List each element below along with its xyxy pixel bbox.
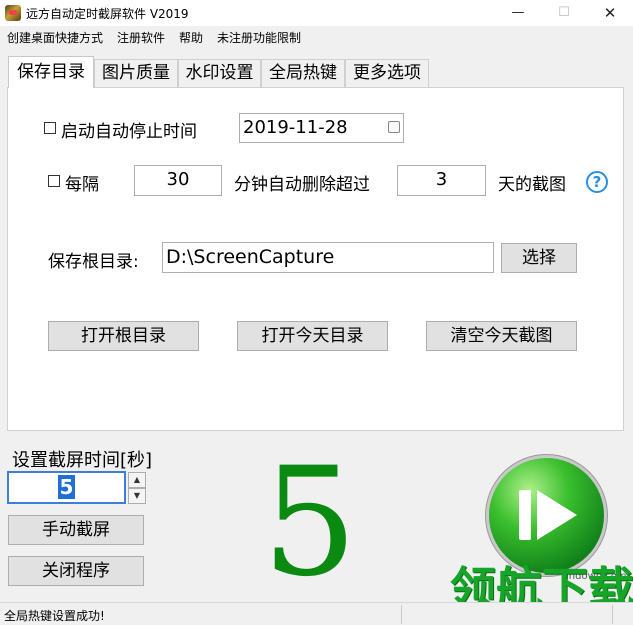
play-icon — [537, 490, 577, 540]
menu-bar: 创建桌面快捷方式 注册软件 帮助 未注册功能限制 — [0, 26, 633, 46]
auto-delete-every-label: 每隔 — [65, 175, 99, 195]
menu-register[interactable]: 注册软件 — [117, 29, 165, 46]
auto-delete-mid-label: 分钟自动删除超过 — [234, 175, 370, 195]
clear-today-captures-button[interactable]: 清空今天截图 — [426, 321, 577, 351]
tab-global-hotkeys[interactable]: 全局热键 — [261, 59, 345, 87]
calendar-icon[interactable] — [388, 121, 400, 133]
delete-days-input[interactable]: 3 — [397, 165, 486, 196]
close-program-button[interactable]: 关闭程序 — [8, 556, 144, 586]
save-dir-input[interactable]: D:\ScreenCapture — [162, 242, 494, 273]
auto-stop-label: 启动自动停止时间 — [61, 122, 197, 142]
save-dir-label: 保存根目录: — [48, 252, 139, 272]
menu-create-shortcut[interactable]: 创建桌面快捷方式 — [7, 29, 103, 46]
auto-delete-end-label: 天的截图 — [498, 175, 566, 195]
capture-interval-label: 设置截屏时间[秒] — [12, 450, 153, 471]
capture-interval-value: 5 — [57, 475, 76, 499]
open-today-dir-button[interactable]: 打开今天目录 — [237, 321, 388, 351]
help-icon[interactable]: ? — [586, 171, 608, 193]
manual-capture-button[interactable]: 手动截屏 — [8, 515, 144, 545]
tab-watermark[interactable]: 水印设置 — [178, 59, 261, 87]
capture-interval-input[interactable]: 5 — [7, 471, 126, 504]
countdown-display: 5 — [262, 436, 358, 610]
menu-unregistered-limits[interactable]: 未注册功能限制 — [217, 29, 301, 46]
status-separator — [401, 605, 402, 624]
app-icon — [5, 5, 21, 21]
auto-stop-date-picker[interactable]: 2019-11-28 — [239, 113, 404, 143]
window-title: 远方自动定时截屏软件 V2019 — [26, 7, 189, 21]
auto-stop-date-value: 2019-11-28 — [243, 117, 348, 138]
interval-up-button[interactable]: ▲ — [128, 472, 146, 488]
interval-down-button[interactable]: ▼ — [128, 488, 146, 504]
status-separator — [612, 605, 613, 624]
auto-stop-checkbox[interactable] — [44, 122, 56, 134]
tab-image-quality[interactable]: 图片质量 — [94, 59, 178, 87]
title-bar: 远方自动定时截屏软件 V2019 — ☐ ✕ — [0, 0, 633, 26]
minimize-button[interactable]: — — [495, 0, 541, 26]
delete-interval-input[interactable]: 30 — [134, 165, 222, 196]
open-root-dir-button[interactable]: 打开根目录 — [48, 321, 199, 351]
tab-save-directory[interactable]: 保存目录 — [8, 56, 94, 88]
close-button[interactable]: ✕ — [587, 0, 633, 26]
menu-help[interactable]: 帮助 — [179, 29, 203, 46]
play-bar-icon — [519, 490, 531, 540]
status-text: 全局热键设置成功! — [4, 609, 105, 623]
choose-dir-button[interactable]: 选择 — [501, 243, 577, 273]
start-capture-button[interactable] — [489, 458, 604, 573]
status-bar: 全局热键设置成功! — [0, 602, 633, 625]
tab-more-options[interactable]: 更多选项 — [345, 59, 429, 87]
auto-delete-checkbox[interactable] — [48, 175, 60, 187]
maximize-button[interactable]: ☐ — [541, 0, 587, 26]
